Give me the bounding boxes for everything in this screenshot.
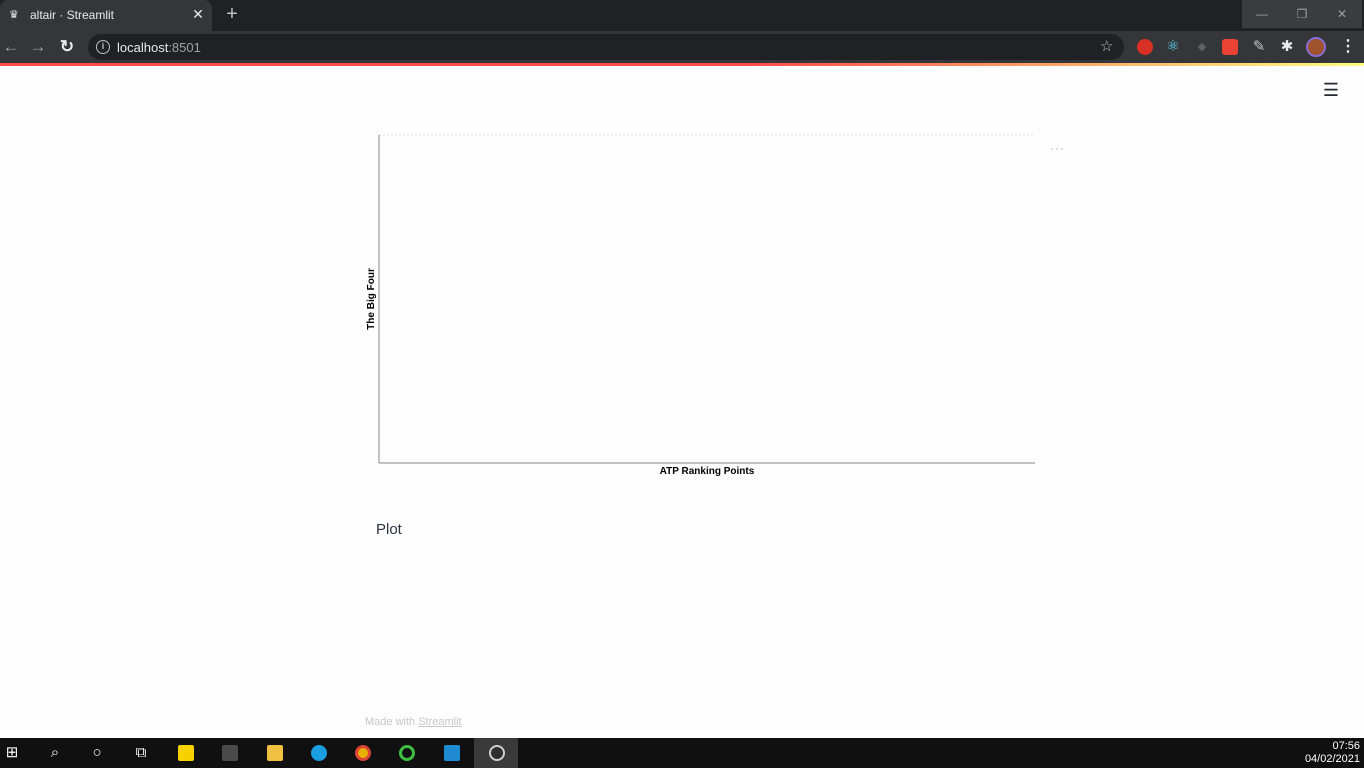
taskbar-clock[interactable]: 07:56 04/02/2021 <box>1292 740 1360 766</box>
url-text[interactable]: localhost:8501 <box>117 40 201 55</box>
maximize-button[interactable]: ❐ <box>1282 0 1322 28</box>
forward-arrow-icon[interactable]: → <box>27 36 49 58</box>
edge-browser-icon[interactable] <box>307 742 331 764</box>
plot-caption: Plot <box>376 521 402 538</box>
altair-chart: ATP Ranking Points The Big Four <box>360 128 1080 488</box>
terminal-icon[interactable] <box>218 742 242 764</box>
browser-toolbar: ← → ↻ i localhost:8501 ☆ ⚛ ◆ ✎ ✱ ⋮ <box>0 31 1364 63</box>
obs-studio-icon[interactable] <box>485 742 509 764</box>
chrome-browser-icon[interactable] <box>351 742 375 764</box>
url-port: :8501 <box>168 40 201 55</box>
windows-start-icon[interactable]: ⊞ <box>0 742 24 764</box>
green-ring-app-icon[interactable] <box>395 742 419 764</box>
close-window-button[interactable]: ✕ <box>1322 0 1362 28</box>
browser-tab[interactable]: ♛ altair · Streamlit ✕ <box>0 0 212 31</box>
x-axis-title: ATP Ranking Points <box>660 466 755 477</box>
address-bar[interactable]: i localhost:8501 ☆ <box>88 34 1124 60</box>
extensions-puzzle-icon[interactable]: ✱ <box>1279 39 1295 55</box>
file-explorer-icon[interactable] <box>263 742 287 764</box>
bookmark-star-icon[interactable]: ☆ <box>1100 37 1113 57</box>
extension-red-icon[interactable] <box>1137 39 1153 55</box>
search-icon[interactable]: ⌕ <box>43 742 67 764</box>
tab-close-icon[interactable]: ✕ <box>190 6 206 22</box>
extension-dark-icon[interactable]: ◆ <box>1194 39 1210 55</box>
url-host: localhost <box>117 40 169 55</box>
react-devtools-icon[interactable]: ⚛ <box>1165 39 1181 55</box>
site-info-icon[interactable]: i <box>96 40 110 54</box>
sticky-notes-icon[interactable] <box>174 742 198 764</box>
hamburger-menu-icon[interactable]: ☰ <box>1322 81 1340 99</box>
minimize-button[interactable]: — <box>1242 0 1282 28</box>
streamlit-link[interactable]: Streamlit <box>418 716 461 728</box>
new-tab-button[interactable]: + <box>222 4 242 24</box>
clock-date: 04/02/2021 <box>1304 753 1360 765</box>
browser-menu-icon[interactable]: ⋮ <box>1340 36 1356 58</box>
clock-time: 07:56 <box>1332 740 1360 752</box>
y-axis-title: The Big Four <box>366 268 377 330</box>
extension-calendar-icon[interactable] <box>1222 39 1238 55</box>
windows-taskbar: ⊞ ⌕ ○ ⧉ <box>0 738 1364 768</box>
streamlit-crown-icon: ♛ <box>9 9 19 21</box>
extension-pen-icon[interactable]: ✎ <box>1251 39 1267 55</box>
browser-tab-strip: ♛ altair · Streamlit ✕ + — ❐ ✕ <box>0 0 1364 31</box>
footer: Made with Streamlit <box>365 716 462 728</box>
reload-icon[interactable]: ↻ <box>56 36 78 58</box>
chart-svg: ATP Ranking Points The Big Four <box>366 134 1035 477</box>
footer-text: Made with <box>365 716 419 728</box>
back-arrow-icon[interactable]: ← <box>0 36 22 58</box>
chart-actions-menu[interactable]: ··· <box>1050 141 1065 155</box>
streamlit-decoration-bar <box>0 63 1364 66</box>
cortana-icon[interactable]: ○ <box>85 742 109 764</box>
profile-avatar[interactable] <box>1306 37 1326 57</box>
tab-title: altair · Streamlit <box>30 8 115 22</box>
task-view-icon[interactable]: ⧉ <box>129 742 153 764</box>
vscode-icon[interactable] <box>440 742 464 764</box>
